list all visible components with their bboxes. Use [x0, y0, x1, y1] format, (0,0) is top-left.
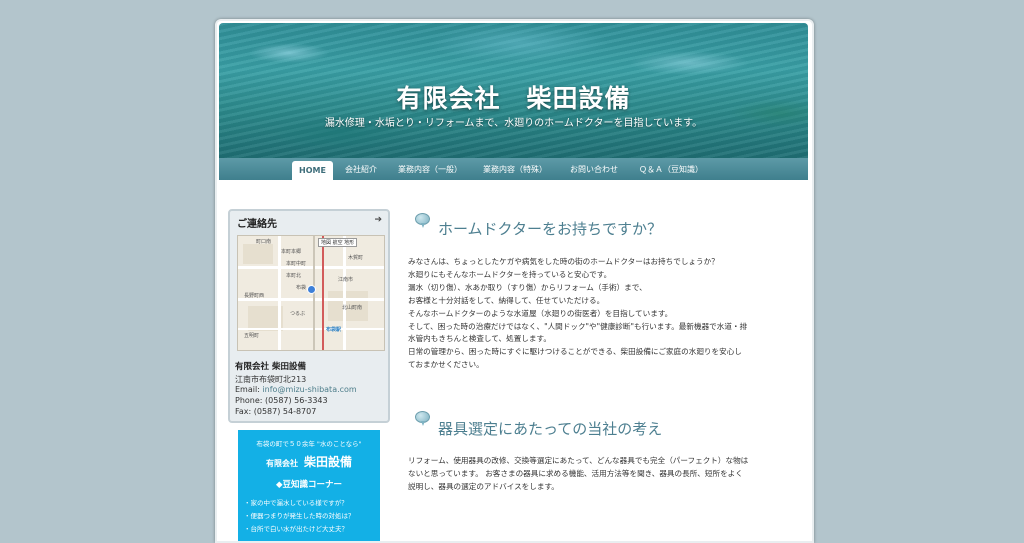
map-label: 北山町南 [342, 305, 363, 311]
contact-title: ご連絡先 [237, 219, 277, 230]
map-label: 町口南 [256, 239, 272, 245]
map-label: つるぶ [290, 311, 306, 317]
map-type-control[interactable]: 地図 航空 地形 [318, 238, 358, 247]
contact-box: ご連絡先 ➔ 地図 航空 地形 町口南 本町本郷 本町中町 本町北 布袋 つるぶ… [228, 209, 390, 423]
banner-link[interactable]: ・台所で白い水が出たけど大丈夫？ [244, 523, 348, 533]
map-label: 五明町 [244, 333, 260, 339]
main-nav: HOME 会社紹介 業務内容（一般） 業務内容（特殊） お問い合わせ Ｑ＆Ａ（豆… [219, 158, 808, 180]
map-label: 本町本郷 [281, 249, 302, 255]
paragraph-line: リフォーム、使用器具の改修、交換等選定にあたって、どんな器具でも完全（パーフェク… [408, 456, 749, 465]
paragraph-line: 水廻りにもそんなホームドクターを持っていると安心です。 [408, 269, 612, 279]
site-title[interactable]: 有限会社 柴田設備 [219, 79, 808, 115]
map-label: 江南市 [338, 277, 354, 283]
contact-email-row: Email: info@mizu-shibata.com [235, 385, 357, 394]
contact-address: 江南市布袋町北213 [235, 375, 307, 384]
banner-corner-title: ◆豆知識コーナー [275, 480, 343, 490]
nav-item-services-general[interactable]: 業務内容（一般） [398, 162, 462, 178]
section-heading: ホームドクターをお持ちですか？ [438, 220, 662, 238]
site-subtitle: 漏水修理・水垢とり・リフォームまで、水廻りのホームドクターを目指しています。 [324, 118, 703, 129]
banner-link[interactable]: ・家の中で漏水している様ですが？ [244, 497, 348, 507]
paragraph-line: みなさんは、ちょっとしたケガや病気をした時の街のホームドクターはお持ちでしょうか… [408, 257, 719, 266]
banner-tagline: 布袋の町で５０余年 "水のことなら" [256, 440, 362, 448]
paragraph-line: 日常の管理から、困った時にすぐに駆けつけることができる、柴田設備にご家庭の水廻り… [408, 347, 742, 357]
contact-company: 有限会社 柴田設備 [235, 362, 306, 372]
location-map[interactable]: 地図 航空 地形 町口南 本町本郷 本町中町 本町北 布袋 つるぶ 北山町南 布… [237, 235, 385, 351]
trivia-banner[interactable]: 布袋の町で５０余年 "水のことなら" 有限会社 柴田設備 ◆豆知識コーナー ・家の… [238, 430, 380, 541]
contact-fax: Fax: (0587) 54-8707 [235, 407, 317, 416]
banner-link[interactable]: ・便器つまりが発生した時の対処は？ [244, 510, 355, 520]
contact-email-link[interactable]: info@mizu-shibata.com [262, 385, 356, 394]
nav-item-contact[interactable]: お問い合わせ [570, 162, 618, 178]
paragraph-line: 水管内もきちんと検査して、処置します。 [408, 334, 551, 344]
paragraph-line: 漏水（切り傷）、水あか取り（すり傷）からリフォーム（手術）まで、 [408, 282, 647, 292]
map-label: 長野町西 [244, 293, 265, 299]
nav-item-company[interactable]: 会社紹介 [345, 162, 377, 178]
map-marker-icon[interactable] [307, 285, 316, 294]
paragraph-line: ておまかせください。 [408, 360, 484, 370]
section-body: リフォーム、使用器具の改修、交換等選定にあたって、どんな器具でも完全（パーフェク… [408, 455, 804, 494]
paragraph-line: 説明し、器具の選定のアドバイスをします。 [408, 481, 559, 491]
section-body: みなさんは、ちょっとしたケガや病気をした時の街のホームドクターはお持ちでしょうか… [408, 256, 804, 372]
map-label: 布袋 [296, 285, 307, 291]
map-label: 木賀町 [348, 255, 364, 261]
nav-item-faq[interactable]: Ｑ＆Ａ（豆知識） [639, 162, 703, 178]
banner-company-small: 有限会社 [265, 459, 298, 468]
paragraph-line: そして、困った時の治療だけではなく、"人間ドック"や"健康診断"も行います。最新… [408, 321, 748, 331]
section-heading: 器具選定にあたっての当社の考え [438, 420, 663, 438]
banner-company: 有限会社 柴田設備 [238, 453, 380, 470]
nav-item-services-special[interactable]: 業務内容（特殊） [483, 162, 547, 178]
header-banner: 有限会社 柴田設備 漏水修理・水垢とり・リフォームまで、水廻りのホームドクターを… [219, 23, 808, 158]
page-container: 有限会社 柴田設備 漏水修理・水垢とり・リフォームまで、水廻りのホームドクターを… [215, 19, 814, 543]
contact-email-label: Email: [235, 385, 260, 394]
paragraph-line: お客様と十分対話をして、納得して、任せていただける。 [408, 295, 605, 305]
map-label: 本町中町 [286, 261, 307, 267]
map-label: 本町北 [286, 273, 302, 279]
paragraph-line: そんなホームドクターのような水道屋（水廻りの街医者）を目指しています。 [408, 308, 673, 318]
paragraph-line: ないと思っています。 お客さまの器具に求める機能、活用方法等を聞き、器具の長所、… [408, 468, 743, 478]
speech-bubble-icon [415, 213, 430, 228]
nav-item-home[interactable]: HOME [292, 161, 333, 180]
banner-company-big: 柴田設備 [303, 455, 352, 469]
map-label: 布袋駅 [326, 327, 342, 333]
speech-bubble-icon [415, 411, 430, 426]
arrow-right-icon[interactable]: ➔ [374, 215, 382, 225]
contact-phone: Phone: (0587) 56-3343 [235, 396, 328, 405]
